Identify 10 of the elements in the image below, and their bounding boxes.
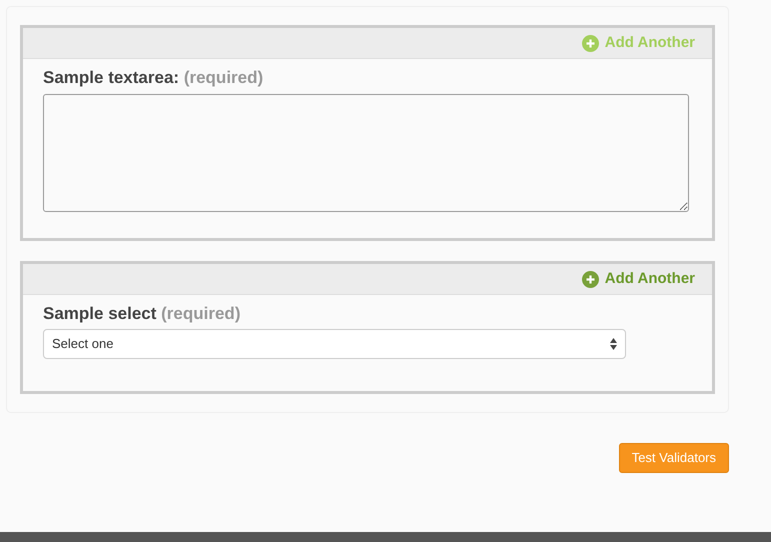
- field-label: Sample select (required): [43, 303, 242, 325]
- textarea-field[interactable]: [43, 94, 689, 212]
- field-label: Sample textarea: (required): [43, 67, 264, 89]
- select-field[interactable]: Select one: [43, 329, 626, 359]
- add-another-button[interactable]: Add Another: [582, 32, 695, 54]
- plus-circle-icon: [582, 34, 599, 52]
- test-validators-button[interactable]: Test Validators: [618, 443, 729, 473]
- add-another-button[interactable]: Add Another: [582, 268, 695, 290]
- up-down-arrows-icon: [610, 338, 617, 350]
- plus-circle-icon: [582, 270, 599, 288]
